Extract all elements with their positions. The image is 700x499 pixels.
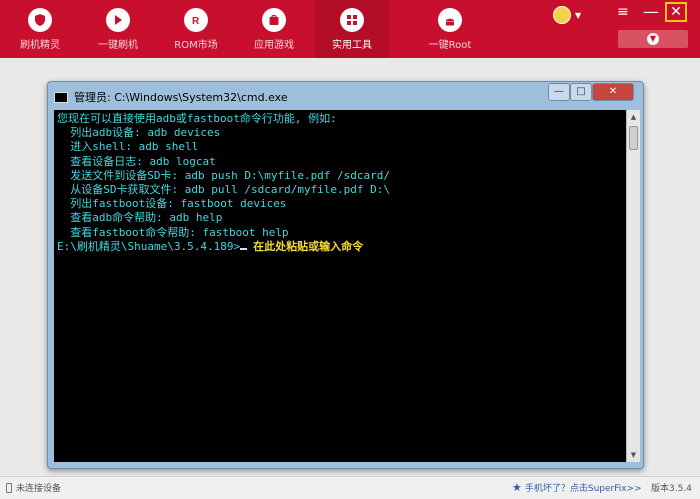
nav-item-apps-games[interactable]: 应用游戏 bbox=[242, 0, 306, 58]
nav-item-rom-market[interactable]: R ROM市场 bbox=[164, 0, 228, 58]
cmd-window-title: 管理员: C:\Windows\System32\cmd.exe bbox=[74, 91, 288, 104]
menu-icon[interactable]: ≡ bbox=[617, 4, 629, 20]
cmd-close-button[interactable]: ✕ bbox=[592, 83, 634, 101]
nav-item-label: 实用工具 bbox=[332, 40, 372, 51]
scroll-down-icon[interactable]: ▼ bbox=[627, 448, 640, 462]
status-bar: 未连接设备 ★ 手机坏了？点击SuperFix>> 版本3.5.4 bbox=[0, 476, 700, 499]
nav-item-label: 一键Root bbox=[428, 40, 472, 51]
cmd-window: 管理员: C:\Windows\System32\cmd.exe — □ ✕ 您… bbox=[47, 81, 644, 469]
scroll-thumb[interactable] bbox=[629, 126, 638, 150]
console-line: 查看fastboot命令帮助: fastboot help bbox=[57, 225, 289, 239]
scroll-up-icon[interactable]: ▲ bbox=[627, 110, 640, 124]
console-line: 列出adb设备: adb devices bbox=[57, 126, 221, 140]
console-line: 列出fastboot设备: fastboot devices bbox=[57, 197, 287, 211]
cmd-icon bbox=[54, 91, 68, 103]
phone-icon bbox=[6, 482, 12, 493]
top-toolbar: 刷机精灵 一键刷机 R ROM市场 应用游戏 实用工具 一键Root ▼ ≡ —… bbox=[0, 0, 700, 58]
nav-item-label: 一键刷机 bbox=[98, 40, 138, 51]
version-label: 版本3.5.4 bbox=[651, 484, 692, 494]
nav-item-label: ROM市场 bbox=[174, 40, 218, 51]
superfix-link-text: 手机坏了？点击SuperFix>> bbox=[524, 484, 642, 494]
user-avatar[interactable] bbox=[553, 6, 571, 24]
console-scrollbar[interactable]: ▲ ▼ bbox=[626, 110, 640, 462]
bag-icon bbox=[262, 8, 286, 32]
console-line: 从设备SD卡获取文件: adb pull /sdcard/myfile.pdf … bbox=[57, 183, 391, 197]
android-icon bbox=[438, 8, 462, 32]
connection-status: 未连接设备 bbox=[6, 481, 61, 494]
nav-item-label: 刷机精灵 bbox=[20, 40, 60, 51]
console-line: 发送文件到设备SD卡: adb push D:\myfile.pdf /sdca… bbox=[57, 168, 391, 182]
download-icon: ▼ bbox=[647, 33, 659, 45]
svg-text:R: R bbox=[192, 16, 200, 27]
console-line: 查看设备日志: adb logcat bbox=[57, 154, 216, 168]
console-line: 您现在可以直接使用adb或fastboot命令行功能, 例如: bbox=[57, 112, 337, 125]
nav-item-shuame[interactable]: 刷机精灵 bbox=[8, 0, 72, 58]
connection-status-text: 未连接设备 bbox=[16, 484, 62, 494]
console-line: 进入shell: adb shell bbox=[57, 140, 199, 154]
minimize-icon[interactable]: — bbox=[643, 2, 659, 21]
nav-item-label: 应用游戏 bbox=[254, 40, 294, 51]
console-line: 查看adb命令帮助: adb help bbox=[57, 211, 223, 225]
cmd-maximize-button[interactable]: □ bbox=[570, 83, 592, 101]
cmd-minimize-button[interactable]: — bbox=[548, 83, 570, 101]
grid-icon bbox=[340, 8, 364, 32]
download-button[interactable]: ▼ bbox=[618, 30, 688, 48]
shield-icon bbox=[28, 8, 52, 32]
cmd-titlebar: 管理员: C:\Windows\System32\cmd.exe bbox=[54, 89, 288, 105]
play-icon bbox=[106, 8, 130, 32]
console-output[interactable]: 您现在可以直接使用adb或fastboot命令行功能, 例如: 列出adb设备:… bbox=[54, 110, 626, 462]
console-prompt-line[interactable]: E:\刷机精灵\Shuame\3.5.4.189> 在此处粘贴或输入命令 bbox=[57, 240, 623, 254]
avatar-dropdown-icon[interactable]: ▼ bbox=[575, 11, 581, 20]
star-icon: ★ bbox=[512, 481, 522, 494]
console-prompt: E:\刷机精灵\Shuame\3.5.4.189> bbox=[57, 239, 241, 253]
text-cursor bbox=[240, 247, 248, 250]
prompt-hint: 在此处粘贴或输入命令 bbox=[253, 239, 364, 253]
superfix-link[interactable]: ★ 手机坏了？点击SuperFix>> bbox=[512, 481, 642, 494]
nav-item-utilities[interactable]: 实用工具 bbox=[314, 0, 390, 58]
nav-item-one-click-root[interactable]: 一键Root bbox=[418, 0, 482, 58]
rom-icon: R bbox=[184, 8, 208, 32]
nav-item-one-click-flash[interactable]: 一键刷机 bbox=[86, 0, 150, 58]
close-button[interactable]: ✕ bbox=[665, 2, 687, 22]
